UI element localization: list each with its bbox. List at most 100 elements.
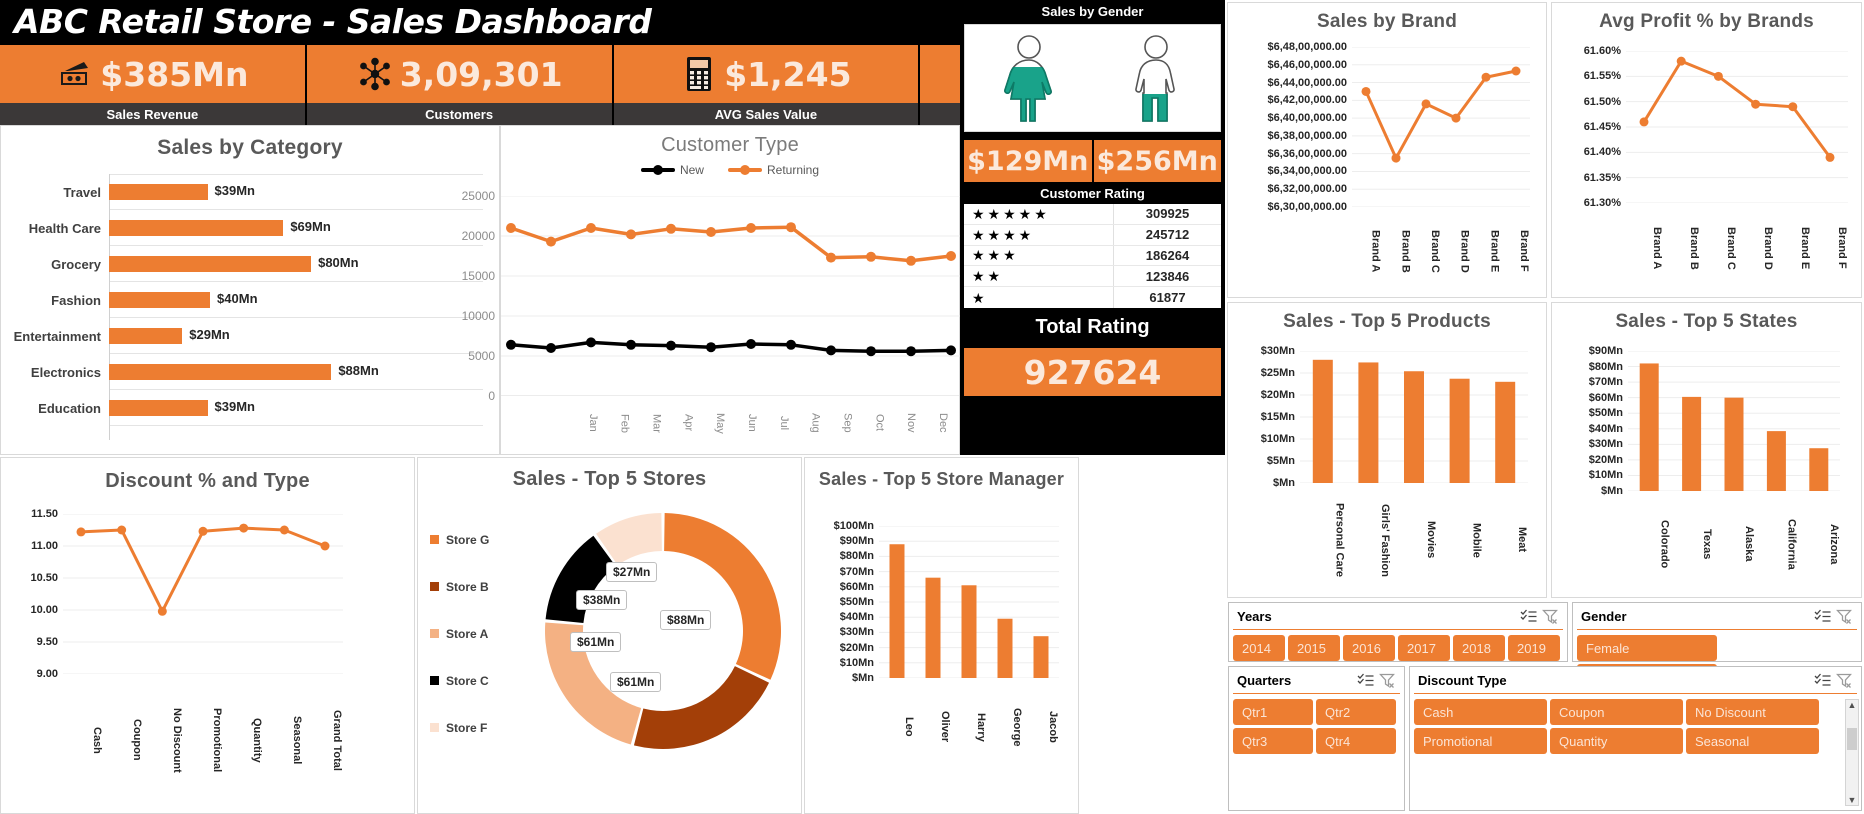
discount-pct-and-type-chart: Discount % and Type 9.00 9.50 10.00 10.50 11…: [0, 457, 415, 814]
store-c-value-label: $38Mn: [576, 590, 628, 610]
scroll-down-icon[interactable]: ▼: [1848, 795, 1857, 805]
slicer-item-coupon[interactable]: Coupon: [1550, 699, 1683, 725]
manager-label: Jacob: [1047, 711, 1059, 743]
y-axis-tick-label: $10Mn: [839, 656, 874, 669]
slicer-item-2017[interactable]: 2017: [1398, 635, 1450, 661]
rating-stars: ★★★: [964, 245, 1114, 266]
slicer-header: Discount Type: [1410, 667, 1861, 693]
y-axis-tick-label: $30Mn: [1588, 438, 1623, 451]
y-axis-tick-label: $6,40,00,000.00: [1267, 112, 1347, 125]
kpi-avg-sales-value: $1,245: [614, 45, 921, 103]
slicer-item-2014[interactable]: 2014: [1233, 635, 1285, 661]
clear-filter-icon[interactable]: [1833, 671, 1855, 689]
plot-svg: [1626, 50, 1848, 204]
category-value-label: $88Mn: [338, 363, 379, 378]
store-f-value-label: $27Mn: [606, 562, 658, 582]
customer-type-chart: Customer Type New Returning 0 5000 10000 15…: [462, 125, 961, 455]
dashboard-root: ABC Retail Store - Sales Dashboard $385M…: [0, 0, 1864, 814]
multi-select-icon[interactable]: [1811, 607, 1833, 625]
category-label: Travel: [63, 184, 101, 200]
bar-track: $40Mn: [109, 282, 501, 318]
product-label: Girls' Fashion: [1379, 503, 1392, 577]
brand-label: Brand C: [1429, 229, 1442, 273]
slicer-years[interactable]: Years 2014 2015 2016 2017 2018 2019: [1228, 602, 1568, 662]
legend-label: Store A: [446, 626, 489, 641]
scroll-up-icon[interactable]: ▲: [1848, 700, 1857, 710]
category-bar-row: Fashion $40Mn: [1, 282, 501, 318]
slicer-item-qtr4[interactable]: Qtr4: [1316, 728, 1396, 754]
customer-rating-table: ★★★★★ 309925 ★★★★ 245712 ★★★ 186264 ★★ 123846 ★ 6…: [964, 204, 1221, 308]
rating-count: 61877: [1149, 290, 1186, 306]
cash-register-icon: [56, 54, 94, 94]
month-label: Aug: [809, 413, 822, 433]
female-figure-icon: [992, 32, 1066, 124]
y-axis-tick-label: $6,32,00,000.00: [1267, 183, 1347, 196]
legend-label: Store B: [446, 579, 489, 594]
y-axis-tick-label: $Mn: [1273, 477, 1295, 489]
rating-count: 309925: [1145, 206, 1190, 222]
sales-by-gender-header: Sales by Gender: [960, 0, 1225, 22]
discount-type-label: No Discount: [171, 707, 183, 773]
x-axis-brands: Brand A Brand B Brand C Brand D Brand E Brand…: [1626, 207, 1848, 289]
slicer-discount-type[interactable]: Discount Type Cash Coupon No Discount Promo…: [1409, 666, 1862, 811]
multi-select-icon[interactable]: [1517, 607, 1539, 625]
clear-filter-icon[interactable]: [1833, 607, 1855, 625]
slicer-item-2016[interactable]: 2016: [1343, 635, 1395, 661]
slicer-item-female[interactable]: Female: [1577, 635, 1717, 661]
category-value-label: $69Mn: [290, 219, 331, 234]
y-axis-tick-label: $90Mn: [839, 535, 874, 548]
brand-label: Brand A: [1651, 226, 1663, 270]
donut-legend: Store G Store B Store A Store C Store F: [430, 516, 522, 751]
brand-label: Brand E: [1488, 229, 1501, 273]
legend-swatch: [430, 676, 439, 685]
product-label: Personal Care: [1333, 503, 1346, 577]
x-axis-discount-types: Cash Coupon No Discount Promotional Quantity…: [63, 680, 343, 800]
bar-track: $39Mn: [109, 174, 501, 210]
bar-track: $29Mn: [109, 318, 501, 354]
slicer-quarters[interactable]: Quarters Qtr1 Qtr2 Qtr3 Qtr4: [1228, 666, 1405, 811]
y-axis-tick-label: $Mn: [1601, 485, 1623, 497]
slicer-item-quantity[interactable]: Quantity: [1550, 728, 1683, 754]
slicer-item-cash[interactable]: Cash: [1414, 699, 1547, 725]
brand-label: Brand B: [1688, 226, 1700, 270]
slicer-item-qtr2[interactable]: Qtr2: [1316, 699, 1396, 725]
category-label: Electronics: [30, 364, 101, 380]
rating-stars: ★★★★: [964, 224, 1114, 245]
x-axis-months: Jan Feb Mar Apr May Jun Jul Aug Sep Oct Nov Dec: [567, 398, 949, 448]
store-g-value-label: $88Mn: [660, 610, 712, 630]
clear-filter-icon[interactable]: [1539, 607, 1561, 625]
x-axis-products: Personal Care Girls' Fashion Movies Mobile M…: [1300, 487, 1528, 593]
slicer-item-qtr1[interactable]: Qtr1: [1233, 699, 1313, 725]
male-sales-value: $256Mn: [1096, 145, 1218, 177]
discount-type-label: Quantity: [251, 717, 263, 763]
manager-plot-area: $Mn $10Mn $20Mn $30Mn $40Mn $50Mn $60Mn $70Mn $8…: [834, 520, 1059, 684]
legend-label: Returning: [766, 163, 820, 177]
slicer-item-qtr3[interactable]: Qtr3: [1233, 728, 1313, 754]
kpi-sales-revenue: $385Mn: [0, 45, 307, 103]
top5-stores-chart: Sales - Top 5 Stores Store G Store B Store…: [417, 457, 802, 814]
slicer-header: Years: [1229, 603, 1567, 629]
slicer-item-2015[interactable]: 2015: [1288, 635, 1340, 661]
slicer-item-no-discount[interactable]: No Discount: [1686, 699, 1819, 725]
y-axis-tick-label: $10Mn: [1588, 469, 1623, 482]
legend-label: New: [679, 163, 704, 177]
clear-filter-icon[interactable]: [1376, 671, 1398, 689]
y-axis-tick-label: $6,34,00,000.00: [1267, 165, 1347, 178]
multi-select-icon[interactable]: [1354, 671, 1376, 689]
slicer-item-2019[interactable]: 2019: [1508, 635, 1560, 661]
slicer-gender[interactable]: Gender FemaleMale: [1572, 602, 1862, 690]
multi-select-icon[interactable]: [1811, 671, 1833, 689]
slicer-header: Quarters: [1229, 667, 1404, 693]
slicer-item-promotional[interactable]: Promotional: [1414, 728, 1547, 754]
plot-svg: [63, 513, 343, 675]
category-bar: [109, 184, 208, 200]
kpi-customers: 3,09,301: [307, 45, 614, 103]
slicer-scrollbar[interactable]: ▲ ▼: [1845, 699, 1859, 806]
slicer-item-2018[interactable]: 2018: [1453, 635, 1505, 661]
month-label: Jan: [586, 414, 599, 432]
donut-svg: [545, 513, 781, 749]
kpi-value: 3,09,301: [399, 54, 563, 94]
chart-title: Sales - Top 5 States: [1615, 311, 1798, 332]
slicer-item-seasonal[interactable]: Seasonal: [1686, 728, 1819, 754]
scrollbar-thumb[interactable]: [1847, 728, 1857, 750]
